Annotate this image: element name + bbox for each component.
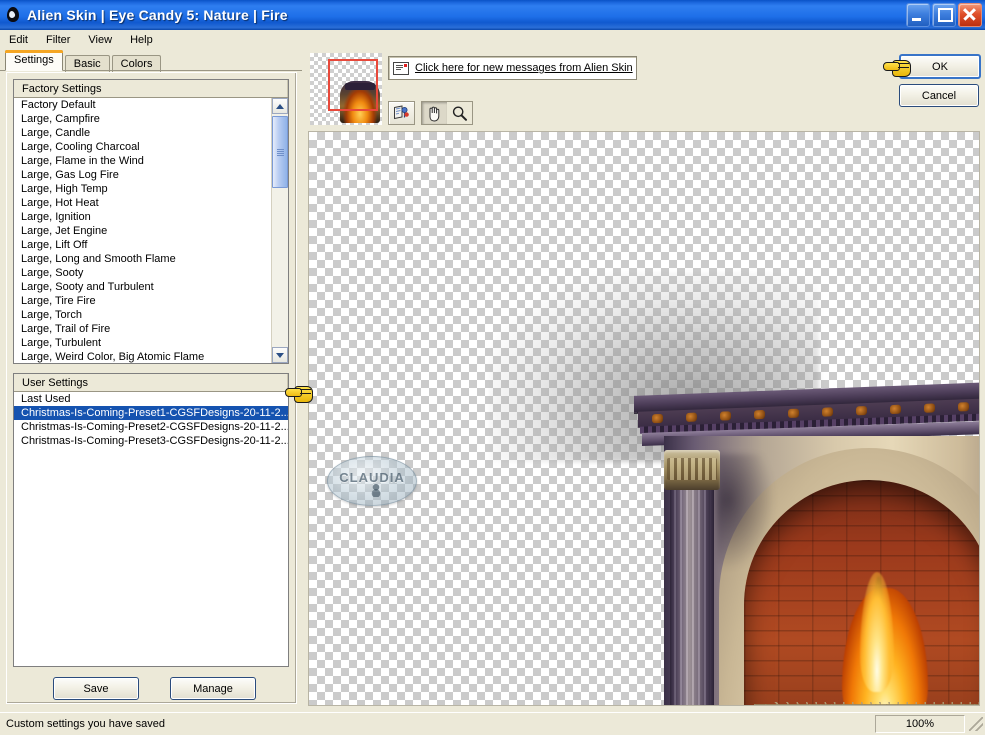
save-button[interactable]: Save xyxy=(53,677,139,700)
menu-filter[interactable]: Filter xyxy=(37,32,79,48)
preview-toolbar: Click here for new messages from Alien S… xyxy=(302,50,985,131)
watermark-logo: CLAUDIA xyxy=(327,456,417,506)
factory-settings-item[interactable]: Factory Default xyxy=(14,98,288,112)
hand-icon xyxy=(429,106,440,122)
factory-settings-item[interactable]: Large, Sooty and Turbulent xyxy=(14,280,288,294)
window-title: Alien Skin | Eye Candy 5: Nature | Fire xyxy=(27,7,288,23)
settings-panel: Settings Basic Colors Factory Settings F… xyxy=(0,50,302,713)
factory-settings-item[interactable]: Large, Weird Color, Big Atomic Flame xyxy=(14,350,288,363)
message-envelope-icon xyxy=(393,61,409,75)
factory-settings-item[interactable]: Large, Candle xyxy=(14,126,288,140)
status-bar: Custom settings you have saved 100% xyxy=(0,712,985,735)
maximize-button[interactable] xyxy=(932,3,956,27)
menu-edit[interactable]: Edit xyxy=(0,32,37,48)
close-button[interactable] xyxy=(958,3,982,27)
user-settings-item[interactable]: Christmas-Is-Coming-Preset1-CGSFDesigns-… xyxy=(14,406,288,420)
factory-settings-item[interactable]: Large, Long and Smooth Flame xyxy=(14,252,288,266)
scroll-thumb[interactable] xyxy=(272,116,288,188)
navigator-tool-button[interactable] xyxy=(388,101,415,125)
hand-tool-button[interactable] xyxy=(422,102,447,124)
navigator-thumbnail[interactable] xyxy=(310,53,382,125)
map-pin-icon xyxy=(394,105,409,120)
tab-bar: Settings Basic Colors xyxy=(5,50,162,73)
factory-settings-item[interactable]: Large, Trail of Fire xyxy=(14,322,288,336)
factory-settings-header: Factory Settings xyxy=(14,80,288,98)
ok-button[interactable]: OK xyxy=(899,54,981,79)
factory-settings-item[interactable]: Large, Gas Log Fire xyxy=(14,168,288,182)
viewport-rectangle[interactable] xyxy=(328,59,378,111)
zoom-level: 100% xyxy=(875,715,965,733)
window-controls xyxy=(906,3,982,27)
user-settings-list[interactable]: Last Used Christmas-Is-Coming-Preset1-CGS… xyxy=(14,392,288,666)
factory-settings-item[interactable]: Large, High Temp xyxy=(14,182,288,196)
factory-settings-item[interactable]: Large, Tire Fire xyxy=(14,294,288,308)
cancel-button[interactable]: Cancel xyxy=(899,84,979,107)
menu-bar: Edit Filter View Help xyxy=(0,30,985,51)
alien-head-icon xyxy=(4,6,22,24)
user-settings-item[interactable]: Christmas-Is-Coming-Preset3-CGSFDesigns-… xyxy=(14,434,288,448)
title-bar: Alien Skin | Eye Candy 5: Nature | Fire xyxy=(0,0,985,31)
status-message: Custom settings you have saved xyxy=(6,718,165,730)
watermark-text: CLAUDIA xyxy=(339,469,405,485)
preview-area: Click here for new messages from Alien S… xyxy=(285,50,985,713)
factory-settings-group: Factory Settings Factory Default Large, C… xyxy=(13,79,289,364)
application-window: Alien Skin | Eye Candy 5: Nature | Fire … xyxy=(0,0,985,735)
factory-settings-list[interactable]: Factory Default Large, Campfire Large, Can… xyxy=(14,98,288,363)
preview-canvas[interactable]: CLAUDIA xyxy=(308,131,980,706)
factory-settings-item[interactable]: Large, Flame in the Wind xyxy=(14,154,288,168)
message-bar[interactable]: Click here for new messages from Alien S… xyxy=(388,56,637,80)
manage-button[interactable]: Manage xyxy=(170,677,256,700)
factory-settings-item[interactable]: Large, Lift Off xyxy=(14,238,288,252)
factory-settings-item[interactable]: Large, Ignition xyxy=(14,210,288,224)
scroll-down-button[interactable] xyxy=(272,347,288,363)
factory-settings-item[interactable]: Large, Jet Engine xyxy=(14,224,288,238)
user-settings-group: User Settings Last Used Christmas-Is-Comi… xyxy=(13,373,289,667)
factory-settings-item[interactable]: Large, Hot Heat xyxy=(14,196,288,210)
factory-settings-item[interactable]: Large, Sooty xyxy=(14,266,288,280)
dialog-buttons: OK Cancel xyxy=(899,54,981,107)
user-settings-item[interactable]: Christmas-Is-Coming-Preset2-CGSFDesigns-… xyxy=(14,420,288,434)
preview-tools xyxy=(388,101,473,125)
factory-settings-item[interactable]: Large, Turbulent xyxy=(14,336,288,350)
pan-zoom-tool-pair xyxy=(421,101,473,125)
factory-settings-item[interactable]: Large, Cooling Charcoal xyxy=(14,140,288,154)
factory-settings-scrollbar[interactable] xyxy=(271,98,288,363)
menu-view[interactable]: View xyxy=(79,32,121,48)
resize-grip[interactable] xyxy=(969,717,983,731)
factory-settings-item[interactable]: Large, Campfire xyxy=(14,112,288,126)
factory-settings-item[interactable]: Large, Torch xyxy=(14,308,288,322)
magnifier-icon xyxy=(452,106,467,121)
settings-tab-panel: Factory Settings Factory Default Large, C… xyxy=(6,72,297,704)
menu-help[interactable]: Help xyxy=(121,32,162,48)
user-settings-item[interactable]: Last Used xyxy=(14,392,288,406)
zoom-tool-button[interactable] xyxy=(447,102,472,124)
scroll-up-button[interactable] xyxy=(272,98,288,114)
minimize-button[interactable] xyxy=(906,3,930,27)
tab-settings[interactable]: Settings xyxy=(5,50,63,71)
user-settings-header: User Settings xyxy=(14,374,288,392)
new-messages-link[interactable]: Click here for new messages from Alien S… xyxy=(415,62,633,74)
fireplace-image xyxy=(624,380,979,705)
log-basket xyxy=(652,688,770,705)
